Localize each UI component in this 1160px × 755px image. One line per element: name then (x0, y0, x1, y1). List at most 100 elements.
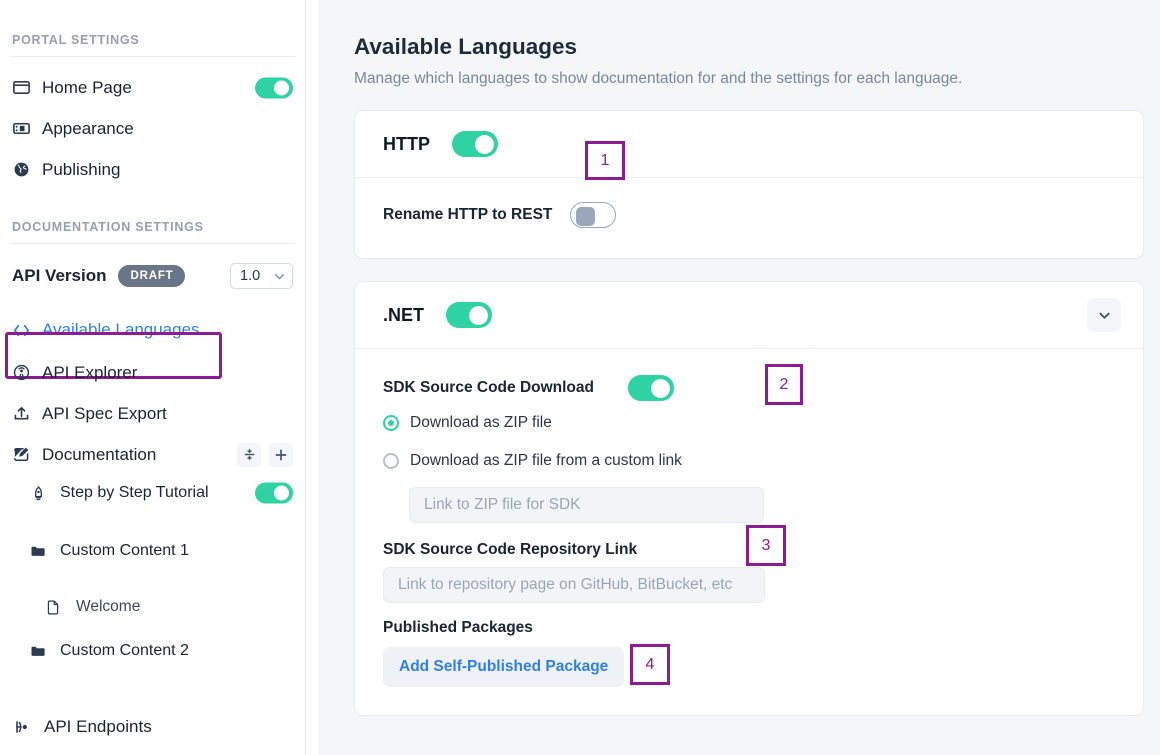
sidebar-item-welcome[interactable]: Welcome (10, 591, 295, 623)
select-value: 1.0 (240, 268, 261, 284)
select-control[interactable]: 1.0 (230, 263, 293, 289)
sidebar-item-label: Custom Content 1 (60, 542, 189, 559)
annotation-marker-1: 1 (585, 141, 625, 180)
http-language-card: HTTP Rename HTTP to REST (354, 110, 1144, 259)
status-badge: DRAFT (118, 265, 186, 287)
rocket-icon (30, 483, 52, 503)
radio-label: Download as ZIP file from a custom link (410, 452, 682, 469)
chevron-down-icon (1097, 308, 1112, 323)
sidebar-item-available-languages[interactable]: Available Languages (10, 308, 295, 352)
collapse-all-button[interactable] (237, 442, 261, 467)
sdk-download-row: SDK Source Code Download (383, 375, 1115, 401)
upload-icon (12, 404, 34, 424)
api-version-select[interactable]: 1.0 (230, 263, 293, 289)
sidebar-item-label: Appearance (42, 118, 134, 138)
portal-settings-heading: PORTAL SETTINGS (12, 33, 140, 47)
main-content: Available Languages Manage which languag… (318, 0, 1160, 755)
folder-icon (30, 541, 52, 561)
toggle-knob (576, 207, 596, 226)
radio-button[interactable] (383, 453, 399, 469)
documentation-settings-heading: DOCUMENTATION SETTINGS (12, 220, 204, 234)
sidebar-item-custom-content-1[interactable]: Custom Content 1 (10, 533, 295, 569)
toggle-switch[interactable] (255, 482, 293, 504)
sidebar-item-appearance[interactable]: Appearance (10, 108, 295, 149)
sidebar-item-label: Documentation (42, 444, 157, 464)
sidebar-item-label: API Endpoints (44, 717, 152, 736)
add-self-published-package-button[interactable]: Add Self-Published Package (383, 647, 625, 687)
http-card-body: Rename HTTP to REST (355, 178, 1143, 258)
toggle-knob (651, 378, 670, 398)
sidebar: PORTAL SETTINGS Home Page Appearance Pub… (0, 0, 306, 755)
annotation-marker-3: 3 (746, 525, 786, 566)
window-icon (12, 78, 34, 98)
page-title: Available Languages (354, 34, 577, 59)
edit-square-icon (12, 445, 34, 465)
toggle-knob (274, 485, 289, 501)
radio-label: Download as ZIP file (410, 414, 552, 431)
toggle-knob (475, 134, 494, 154)
rename-http-toggle[interactable] (570, 202, 617, 228)
rename-http-label: Rename HTTP to REST (383, 206, 553, 223)
dotnet-language-card: .NET SDK Source Code Download Download a… (354, 281, 1144, 716)
dotnet-card-title: .NET (383, 304, 425, 325)
http-card-title: HTTP (383, 133, 430, 154)
sidebar-item-label: API Explorer (42, 362, 138, 382)
radar-icon (12, 363, 34, 383)
sidebar-item-models[interactable]: Models (10, 745, 295, 755)
dotnet-collapse-button[interactable] (1087, 298, 1121, 332)
annotation-number: 4 (645, 655, 655, 673)
radio-button[interactable] (383, 415, 399, 431)
file-icon (46, 597, 68, 617)
sidebar-item-label: Home Page (42, 77, 132, 97)
documentation-actions (237, 442, 293, 467)
sidebar-item-documentation[interactable]: Documentation (10, 434, 295, 475)
radio-download-zip[interactable]: Download as ZIP file (383, 407, 1115, 439)
tutorial-toggle[interactable] (255, 482, 293, 504)
api-version-label: API Version (12, 266, 107, 285)
page-subtitle: Manage which languages to show documenta… (354, 70, 963, 87)
rename-http-row: Rename HTTP to REST (383, 202, 1115, 228)
dotnet-card-header: .NET (355, 282, 1143, 349)
sidebar-item-home-page[interactable]: Home Page (10, 67, 295, 108)
sidebar-item-custom-content-2[interactable]: Custom Content 2 (10, 633, 295, 669)
sdk-download-label: SDK Source Code Download (383, 379, 594, 396)
code-brackets-icon (12, 320, 34, 340)
sidebar-item-api-endpoints[interactable]: API Endpoints (10, 709, 295, 745)
divider (10, 56, 295, 57)
zip-link-input[interactable]: Link to ZIP file for SDK (409, 487, 764, 523)
chevron-down-icon (273, 270, 286, 283)
http-card-header: HTTP (355, 111, 1143, 178)
annotation-number: 1 (600, 151, 610, 169)
home-page-toggle[interactable] (255, 77, 293, 98)
sidebar-item-label: Welcome (76, 598, 141, 615)
annotation-marker-2: 2 (765, 364, 803, 405)
toggle-knob (274, 80, 289, 95)
http-enable-toggle[interactable] (452, 131, 498, 157)
toggle-knob (469, 305, 489, 325)
add-page-button[interactable] (269, 442, 293, 467)
divider (10, 243, 295, 244)
sidebar-item-label: Custom Content 2 (60, 642, 189, 659)
sidebar-item-api-spec-export[interactable]: API Spec Export (10, 393, 295, 434)
toggle-switch[interactable] (255, 77, 293, 98)
folder-icon (30, 641, 52, 661)
endpoint-icon (14, 717, 36, 737)
repo-link-input[interactable]: Link to repository page on GitHub, BitBu… (383, 567, 765, 603)
dotnet-enable-toggle[interactable] (446, 302, 493, 328)
sidebar-item-publishing[interactable]: Publishing (10, 149, 295, 190)
app-root: PORTAL SETTINGS Home Page Appearance Pub… (0, 0, 1160, 755)
sidebar-item-label: Publishing (42, 159, 121, 179)
sdk-download-toggle[interactable] (628, 375, 674, 401)
sidebar-item-api-explorer[interactable]: API Explorer (10, 352, 295, 393)
sidebar-item-step-by-step-tutorial[interactable]: Step by Step Tutorial (10, 475, 295, 511)
annotation-marker-4: 4 (630, 644, 670, 685)
annotation-number: 3 (761, 536, 771, 554)
published-packages-label: Published Packages (383, 619, 533, 636)
layout-panel-icon (12, 119, 34, 139)
sidebar-item-label: Step by Step Tutorial (60, 484, 209, 501)
globe-icon (12, 160, 34, 180)
radio-download-custom-link[interactable]: Download as ZIP file from a custom link (383, 445, 1115, 477)
api-version-row: API Version DRAFT 1.0 (10, 254, 295, 298)
